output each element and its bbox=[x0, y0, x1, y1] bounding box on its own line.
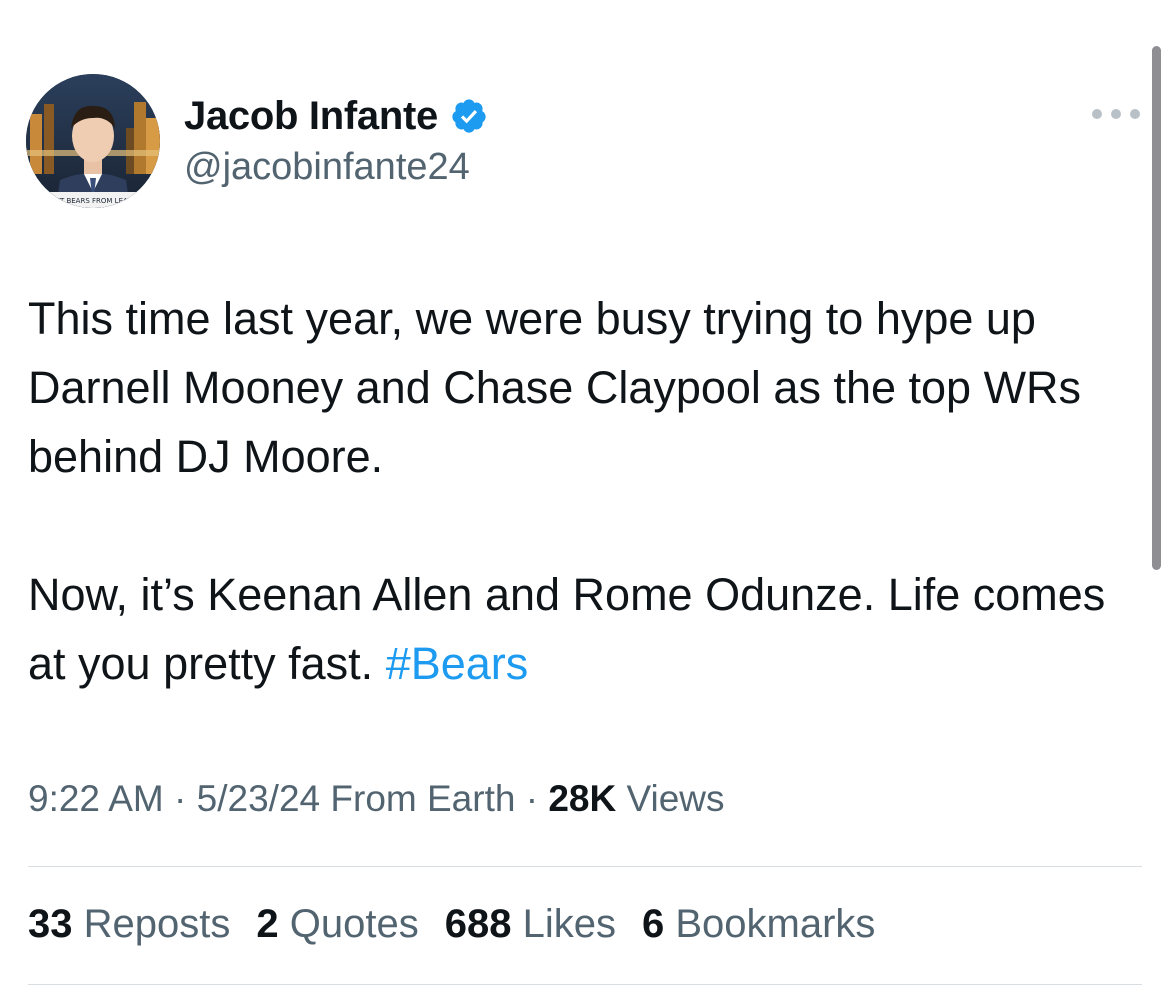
author-name-row: Jacob Infante bbox=[184, 92, 488, 140]
meta-separator: · bbox=[525, 778, 539, 819]
hashtag-link[interactable]: #Bears bbox=[386, 638, 529, 689]
bookmarks-stat[interactable]: 6 Bookmarks bbox=[642, 902, 875, 947]
engagement-stats: 33 Reposts 2 Quotes 688 Likes 6 Bookmark… bbox=[28, 902, 901, 947]
quotes-stat[interactable]: 2 Quotes bbox=[256, 902, 418, 947]
tweet-time[interactable]: 9:22 AM bbox=[28, 778, 164, 819]
reposts-count: 33 bbox=[28, 902, 73, 946]
author-handle[interactable]: @jacobinfante24 bbox=[184, 146, 470, 189]
reposts-label: Reposts bbox=[83, 902, 231, 946]
likes-label: Likes bbox=[522, 902, 616, 946]
display-name[interactable]: Jacob Infante bbox=[184, 94, 438, 139]
more-dot bbox=[1092, 109, 1102, 119]
avatar-image: PREVENT BEARS FROM LEAV bbox=[26, 74, 160, 208]
bookmarks-label: Bookmarks bbox=[675, 902, 876, 946]
reposts-stat[interactable]: 33 Reposts bbox=[28, 902, 230, 947]
quotes-count: 2 bbox=[256, 902, 279, 946]
more-options-icon[interactable] bbox=[1092, 104, 1140, 124]
tweet-source: From Earth bbox=[330, 778, 516, 819]
verified-badge-icon[interactable] bbox=[450, 97, 488, 135]
bookmarks-count: 6 bbox=[641, 902, 665, 946]
views-count: 28K bbox=[548, 778, 617, 819]
tweet-text: This time last year, we were busy trying… bbox=[28, 284, 1138, 698]
avatar-caption: PREVENT BEARS FROM LEAV bbox=[32, 197, 132, 205]
scrollbar[interactable] bbox=[1152, 46, 1161, 570]
meta-separator: · bbox=[174, 778, 187, 819]
more-dot bbox=[1111, 109, 1121, 119]
more-dot bbox=[1130, 109, 1140, 119]
divider bbox=[28, 984, 1142, 985]
quotes-label: Quotes bbox=[289, 902, 419, 946]
tweet-metadata: 9:22 AM · 5/23/24 From Earth · 28K Views bbox=[28, 778, 725, 820]
tweet-paragraph: This time last year, we were busy trying… bbox=[28, 293, 1082, 482]
likes-stat[interactable]: 688 Likes bbox=[445, 902, 616, 947]
likes-count: 688 bbox=[444, 902, 512, 946]
divider bbox=[28, 866, 1142, 867]
tweet-date[interactable]: 5/23/24 bbox=[197, 778, 320, 819]
avatar[interactable]: PREVENT BEARS FROM LEAV bbox=[26, 74, 160, 208]
tweet-paragraph: Now, it’s Keenan Allen and Rome Odunze. … bbox=[28, 560, 1138, 698]
tweet-paragraph-text: Now, it’s Keenan Allen and Rome Odunze. … bbox=[28, 569, 1106, 689]
views-label: Views bbox=[626, 778, 725, 819]
tweet-detail: PREVENT BEARS FROM LEAV Jacob Infante @j… bbox=[0, 0, 1170, 986]
